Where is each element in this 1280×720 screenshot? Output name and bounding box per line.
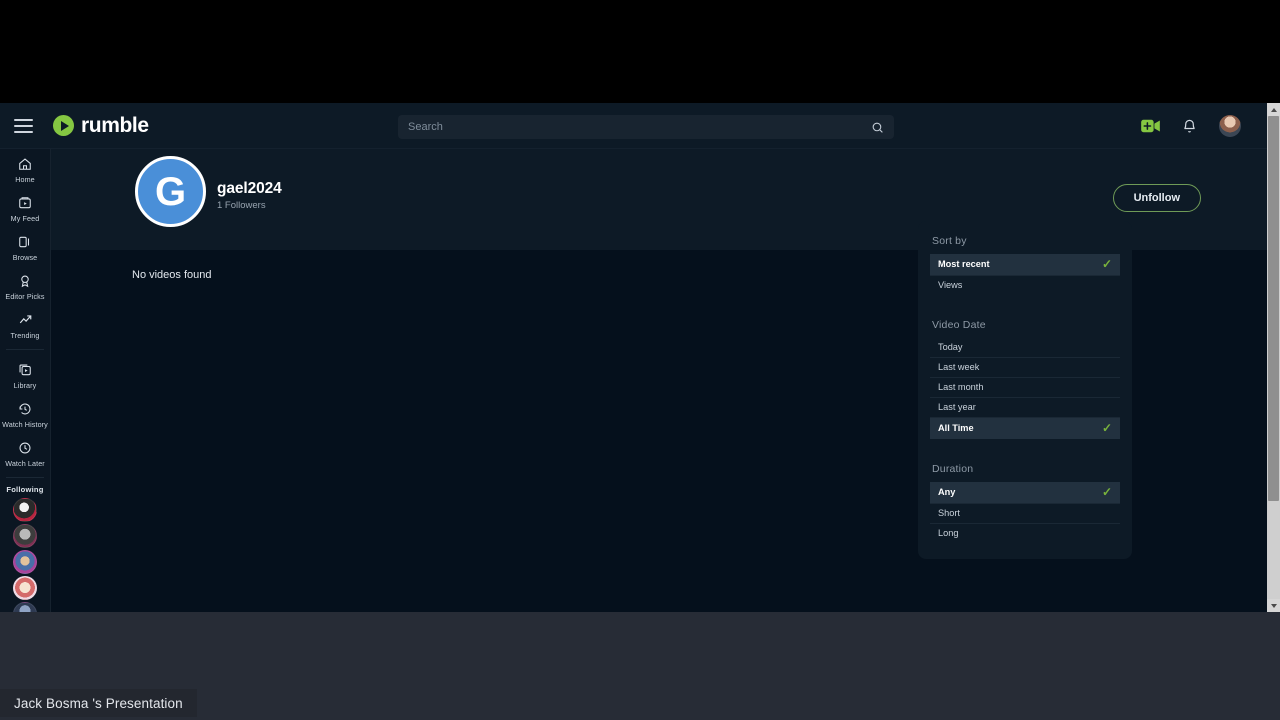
filter-option-label: Today [938, 342, 963, 352]
scroll-up-arrow-icon[interactable] [1267, 103, 1280, 116]
check-icon: ✓ [1101, 421, 1112, 435]
filter-option-any[interactable]: Any ✓ [930, 482, 1120, 504]
filter-option-all-time[interactable]: All Time ✓ [930, 418, 1120, 439]
sidebar-item-label: Watch History [2, 420, 48, 429]
sidebar-item-editor-picks[interactable]: Editor Picks [0, 266, 50, 305]
rumble-logo[interactable]: rumble [53, 114, 149, 138]
sidebar-divider [6, 477, 44, 478]
sidebar-item-watch-later[interactable]: Watch Later [0, 433, 50, 472]
check-icon: ✓ [1101, 485, 1112, 499]
following-section-title: Following [6, 485, 44, 494]
filter-option-today[interactable]: Today [930, 338, 1120, 358]
filter-option-last-week[interactable]: Last week [930, 358, 1120, 378]
search-icon[interactable] [871, 121, 884, 134]
filter-option-label: All Time [938, 423, 974, 433]
screen-root: rumble Search Home My Feed Browse Editor… [0, 0, 1280, 720]
sidebar-item-label: Trending [10, 331, 40, 340]
upload-video-icon[interactable] [1141, 119, 1160, 133]
unfollow-button[interactable]: Unfollow [1112, 184, 1201, 212]
hamburger-line [14, 118, 33, 121]
filter-option-short[interactable]: Short [930, 504, 1120, 524]
sidebar-divider [6, 349, 44, 350]
rumble-play-icon [53, 115, 74, 136]
following-avatar[interactable] [13, 524, 37, 548]
following-avatar[interactable] [13, 550, 37, 574]
hamburger-line [14, 124, 33, 127]
filter-option-last-month[interactable]: Last month [930, 378, 1120, 398]
sidebar-item-trending[interactable]: Trending [0, 305, 50, 344]
search-input[interactable] [398, 121, 871, 133]
sidebar-item-label: Home [15, 175, 35, 184]
sidebar-item-label: Editor Picks [5, 292, 45, 301]
history-icon [18, 400, 32, 417]
nav-right-actions [1141, 103, 1241, 149]
sidebar-item-browse[interactable]: Browse [0, 227, 50, 266]
presenter-name-bar: Jack Bosma 's Presentation [0, 689, 197, 717]
clock-icon [18, 439, 32, 456]
browse-icon [18, 233, 32, 250]
sidebar-item-home[interactable]: Home [0, 149, 50, 188]
channel-follower-count: 1 Followers [217, 200, 266, 211]
search-bar[interactable] [398, 115, 894, 139]
filter-group-video-date: Video Date Today Last week Last month La… [930, 319, 1120, 439]
scrollbar-track[interactable] [1267, 116, 1280, 599]
hamburger-menu-icon[interactable] [14, 114, 38, 138]
filter-option-label: Short [938, 508, 960, 518]
following-avatar[interactable] [13, 576, 37, 600]
filter-group-title: Duration [932, 463, 974, 475]
following-avatar[interactable] [13, 498, 37, 522]
filter-option-label: Any [938, 487, 956, 497]
filter-group-title: Sort by [932, 235, 967, 247]
filter-option-label: Last month [938, 382, 984, 392]
sidebar-item-my-feed[interactable]: My Feed [0, 188, 50, 227]
filter-option-label: Long [938, 528, 959, 538]
check-icon: ✓ [1101, 257, 1112, 271]
filter-spacer [930, 305, 1120, 319]
filter-group-title: Video Date [932, 319, 986, 331]
rumble-logo-text: rumble [81, 113, 149, 137]
hamburger-line [14, 130, 33, 133]
scroll-down-arrow-icon[interactable] [1267, 599, 1280, 612]
filter-option-last-year[interactable]: Last year [930, 398, 1120, 418]
award-icon [18, 272, 32, 289]
filter-spacer [930, 449, 1120, 463]
sidebar-item-label: My Feed [10, 214, 40, 223]
library-icon [18, 361, 32, 378]
trending-icon [18, 311, 33, 328]
filter-option-label: Views [938, 280, 963, 290]
filter-group-duration: Duration Any ✓ Short Long [930, 463, 1120, 543]
filter-option-long[interactable]: Long [930, 524, 1120, 543]
sidebar-item-library[interactable]: Library [0, 355, 50, 394]
sidebar-item-label: Browse [12, 253, 38, 262]
left-sidebar: Home My Feed Browse Editor Picks Trendin… [0, 149, 51, 612]
sidebar-item-watch-history[interactable]: Watch History [0, 394, 50, 433]
vertical-scrollbar[interactable] [1267, 103, 1280, 612]
filter-option-label: Most recent [938, 259, 990, 269]
browser-content: rumble Search Home My Feed Browse Editor… [0, 103, 1280, 612]
feed-icon [18, 194, 32, 211]
filter-option-views[interactable]: Views [930, 276, 1120, 295]
filter-option-label: Last year [938, 402, 976, 412]
filter-option-label: Last week [938, 362, 980, 372]
presenter-name-label: Jack Bosma 's Presentation [14, 695, 183, 711]
sidebar-item-label: Library [13, 381, 37, 390]
notifications-bell-icon[interactable] [1182, 118, 1197, 134]
user-avatar[interactable] [1219, 115, 1241, 137]
filter-option-most-recent[interactable]: Most recent ✓ [930, 254, 1120, 276]
empty-state-message: No videos found [132, 269, 212, 281]
scrollbar-thumb[interactable] [1268, 116, 1279, 501]
top-navigation-bar: rumble [0, 103, 1267, 149]
home-icon [18, 155, 32, 172]
filter-group-sort-by: Sort by Most recent ✓ Views [930, 235, 1120, 295]
channel-avatar: G [135, 156, 206, 227]
sidebar-item-label: Watch Later [5, 459, 45, 468]
channel-name: gael2024 [217, 180, 282, 197]
channel-meta: gael2024 1 Followers [217, 180, 282, 211]
filter-panel: Sort by Most recent ✓ Views Video Date T… [918, 221, 1132, 559]
following-avatar[interactable] [13, 602, 37, 612]
